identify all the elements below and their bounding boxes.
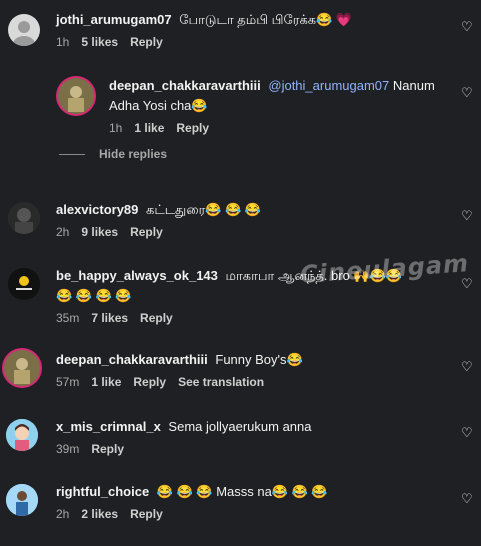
profile-photo-icon	[4, 350, 40, 386]
comment-time: 2h	[56, 225, 70, 239]
comment-time: 2h	[56, 507, 70, 521]
profile-photo-icon	[6, 484, 38, 516]
avatar[interactable]	[6, 484, 38, 516]
like-heart-icon[interactable]: ♡	[461, 277, 473, 290]
profile-photo-icon	[8, 202, 40, 234]
profile-photo-icon	[6, 419, 38, 451]
comment-time: 57m	[56, 375, 80, 389]
like-heart-icon[interactable]: ♡	[461, 492, 473, 505]
comment-time: 1h	[56, 35, 70, 49]
like-heart-icon[interactable]: ♡	[461, 426, 473, 439]
mention-link[interactable]: @jothi_arumugam07	[268, 78, 389, 93]
comment-username[interactable]: jothi_arumugam07	[56, 12, 172, 27]
see-translation-button[interactable]: See translation	[178, 375, 264, 389]
comment-username[interactable]: rightful_choice	[56, 484, 149, 499]
avatar[interactable]	[6, 419, 38, 451]
reply-button[interactable]: Reply	[176, 121, 209, 135]
avatar[interactable]	[8, 202, 40, 234]
comment-text: Sema jollyaerukum anna	[168, 419, 312, 434]
avatar[interactable]	[58, 78, 94, 114]
comment-text: Nanum	[392, 78, 435, 93]
comment-likes[interactable]: 7 likes	[91, 311, 128, 325]
like-heart-icon[interactable]: ♡	[461, 86, 473, 99]
divider	[59, 153, 85, 155]
comment-username[interactable]: alexvictory89	[56, 202, 138, 217]
comment-likes[interactable]: 1 like	[134, 121, 164, 135]
comment-text: போடுடா தம்பி பிரேக்க😂 💗	[179, 12, 353, 27]
comment-likes[interactable]: 1 like	[91, 375, 121, 389]
comment-time: 39m	[56, 442, 80, 456]
default-avatar-icon	[13, 21, 35, 46]
comment-username[interactable]: be_happy_always_ok_143	[56, 268, 218, 283]
like-heart-icon[interactable]: ♡	[461, 209, 473, 222]
comment-text-line2: Adha Yosi cha😂	[109, 98, 208, 113]
comment-text-line2: 😂 😂 😂 😂	[56, 288, 132, 303]
comment-username[interactable]: deepan_chakkaravarthiii	[109, 78, 261, 93]
profile-photo-icon	[58, 78, 94, 114]
reply-button[interactable]: Reply	[130, 507, 163, 521]
comment-likes[interactable]: 9 likes	[81, 225, 118, 239]
profile-photo-icon	[8, 268, 40, 300]
comment-time: 35m	[56, 311, 80, 325]
comment-likes[interactable]: 5 likes	[81, 35, 118, 49]
reply-button[interactable]: Reply	[140, 311, 173, 325]
reply-button[interactable]: Reply	[91, 442, 124, 456]
avatar[interactable]	[4, 350, 40, 386]
watermark: Cineulagam	[299, 249, 470, 289]
comment-username[interactable]: x_mis_crimnal_x	[56, 419, 161, 434]
like-heart-icon[interactable]: ♡	[461, 360, 473, 373]
avatar[interactable]	[8, 14, 40, 46]
hide-replies-button[interactable]: Hide replies	[59, 147, 167, 161]
comment-username[interactable]: deepan_chakkaravarthiii	[56, 352, 208, 367]
like-heart-icon[interactable]: ♡	[461, 20, 473, 33]
comment-text: கட்டதுரை😂 😂 😂	[146, 202, 262, 217]
reply-button[interactable]: Reply	[130, 225, 163, 239]
comment-text: Funny Boy's😂	[215, 352, 303, 367]
comment-time: 1h	[109, 121, 123, 135]
comment-text: 😂 😂 😂 Masss na😂 😂 😂	[156, 484, 328, 499]
avatar[interactable]	[8, 268, 40, 300]
reply-button[interactable]: Reply	[130, 35, 163, 49]
comment-likes[interactable]: 2 likes	[81, 507, 118, 521]
hide-replies-label: Hide replies	[99, 147, 168, 161]
reply-button[interactable]: Reply	[133, 375, 166, 389]
